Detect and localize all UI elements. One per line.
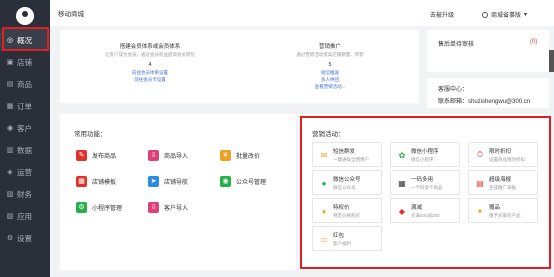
- sidebar-item-data[interactable]: ▥ 数据: [0, 139, 50, 161]
- common-tool-3[interactable]: ▦ 店铺模板: [76, 173, 136, 189]
- tool-label: 店铺模板: [92, 179, 117, 186]
- common-functions-panel: 常用功能： ✎ 发布商品 ⇩ 商品导入 ¥ 批量改价 ▦ 店铺模板 ➤ 店铺导航 ◉ 公众号管理 ⚙ 小程…: [60, 114, 296, 270]
- promo-sub: 通过营销活动提高店铺销量、积客: [296, 52, 364, 57]
- tool-label: 公众号管理: [236, 179, 267, 186]
- tool-icon: ▦: [76, 175, 87, 187]
- sidebar-item-label: 财务: [17, 189, 32, 199]
- pending-panel: [427, 30, 549, 72]
- sidebar-item-label: 订单: [17, 101, 32, 111]
- common-tool-4[interactable]: ➤ 店铺导航: [148, 173, 208, 189]
- promo-count: 5: [328, 62, 332, 68]
- user-icon: [482, 11, 488, 18]
- common-tool-7[interactable]: ⇩ 客户导入: [148, 199, 208, 215]
- overview-panel: 搭建会员体系或会员体系 让客户成为会员，通过会员权益提高会员转化 4 前往会员体…: [60, 30, 419, 103]
- common-tool-2[interactable]: ¥ 批量改价: [220, 147, 280, 163]
- member-sub: 让客户成为会员，通过会员权益提高会员转化: [105, 52, 195, 57]
- member-title: 搭建会员体系或会员体系: [119, 44, 181, 50]
- tool-icon: ¥: [220, 149, 231, 161]
- pending-count: (0): [530, 39, 538, 45]
- common-tool-0[interactable]: ✎ 发布商品: [76, 147, 136, 163]
- app-title: 移动商城: [58, 11, 84, 18]
- tool-label: 发布商品: [92, 153, 117, 160]
- tool-icon: ◉: [220, 175, 231, 187]
- sidebar-item-app[interactable]: ▨ 应用: [0, 205, 50, 227]
- tool-icon: ➤: [148, 175, 159, 187]
- tool-label: 商品导入: [164, 153, 189, 160]
- member-system-block: 搭建会员体系或会员体系 让客户成为会员，通过会员权益提高会员转化 4 前往会员体…: [90, 44, 210, 83]
- tool-label: 小程序管理: [92, 205, 123, 212]
- upgrade-link[interactable]: 去被升级: [430, 10, 454, 19]
- tool-label: 客户导入: [164, 205, 189, 212]
- merchant-name: 商城省事版: [491, 13, 522, 19]
- sidebar-highlight-box: [2, 27, 49, 51]
- order-icon: ▦: [6, 103, 14, 110]
- tool-label: 店铺导航: [164, 179, 189, 186]
- finance-icon: ▧: [6, 191, 14, 198]
- sidebar-item-customer[interactable]: ◉ 客户: [0, 117, 50, 139]
- sidebar-item-goods[interactable]: ▤ 商品: [0, 73, 50, 95]
- store-center-label: 客服中心：: [438, 87, 469, 93]
- sidebar-item-label: 客户: [17, 123, 32, 133]
- sidebar-item-operation[interactable]: ◈ 运营: [0, 161, 50, 183]
- marketing-highlight-box: [300, 116, 551, 269]
- promo-link-2[interactable]: 多人拼团: [270, 76, 390, 83]
- promo-link-1[interactable]: 短信推送: [270, 69, 390, 76]
- sidebar-item-finance[interactable]: ▧ 财务: [0, 183, 50, 205]
- tool-icon: ✎: [76, 149, 87, 161]
- customer-icon: ◉: [6, 125, 14, 132]
- common-tool-6[interactable]: ⚙ 小程序管理: [76, 199, 136, 215]
- promo-link-3[interactable]: 查看营销活动...: [270, 83, 390, 90]
- marketing-promo-block: 营销推广 通过营销活动提高店铺销量、积客 5 短信推送 多人拼团 查看营销活动.…: [270, 44, 390, 90]
- sidebar-item-settings[interactable]: ⚙ 设置: [0, 227, 50, 249]
- sidebar-item-label: 店铺: [17, 57, 32, 67]
- app-icon: ▨: [6, 213, 14, 220]
- member-count: 4: [148, 62, 152, 68]
- avatar[interactable]: [16, 7, 34, 25]
- data-icon: ▥: [6, 147, 14, 154]
- tool-icon: ⚙: [76, 201, 87, 213]
- common-tool-5[interactable]: ◉ 公众号管理: [220, 173, 280, 189]
- operation-icon: ◈: [7, 169, 13, 176]
- goods-icon: ▤: [6, 81, 14, 88]
- contact-email: 联系邮箱：shuzishengwu@300.cn: [438, 99, 531, 105]
- sidebar-item-shop[interactable]: ▣ 店铺: [0, 51, 50, 73]
- sidebar-item-order[interactable]: ▦ 订单: [0, 95, 50, 117]
- shop-icon: ▣: [6, 59, 14, 66]
- common-title: 常用功能：: [74, 131, 107, 138]
- settings-icon: ⚙: [6, 235, 14, 242]
- side-float-tab[interactable]: [549, 50, 554, 72]
- sidebar-item-label: 运营: [17, 167, 32, 177]
- tool-icon: ⇩: [148, 201, 159, 213]
- top-bar: 移动商城 去被升级 商城省事版 ▾: [50, 0, 554, 26]
- sidebar-item-label: 应用: [17, 211, 32, 221]
- member-link-1[interactable]: 前往会员体系设置: [90, 69, 210, 76]
- sidebar-item-label: 数据: [17, 145, 32, 155]
- chevron-down-icon: ▾: [524, 12, 528, 18]
- tool-label: 批量改价: [236, 153, 261, 160]
- common-tool-1[interactable]: ⇩ 商品导入: [148, 147, 208, 163]
- tool-icon: ⇩: [148, 149, 159, 161]
- sidebar-item-label: 设置: [17, 233, 32, 243]
- member-link-2[interactable]: 前往会员卡设置: [90, 76, 210, 83]
- sidebar-item-label: 商品: [17, 79, 32, 89]
- merchant-menu[interactable]: 商城省事版 ▾: [482, 10, 527, 19]
- pending-label[interactable]: 售后单待审核: [438, 39, 474, 48]
- promo-title: 营销推广: [318, 44, 341, 50]
